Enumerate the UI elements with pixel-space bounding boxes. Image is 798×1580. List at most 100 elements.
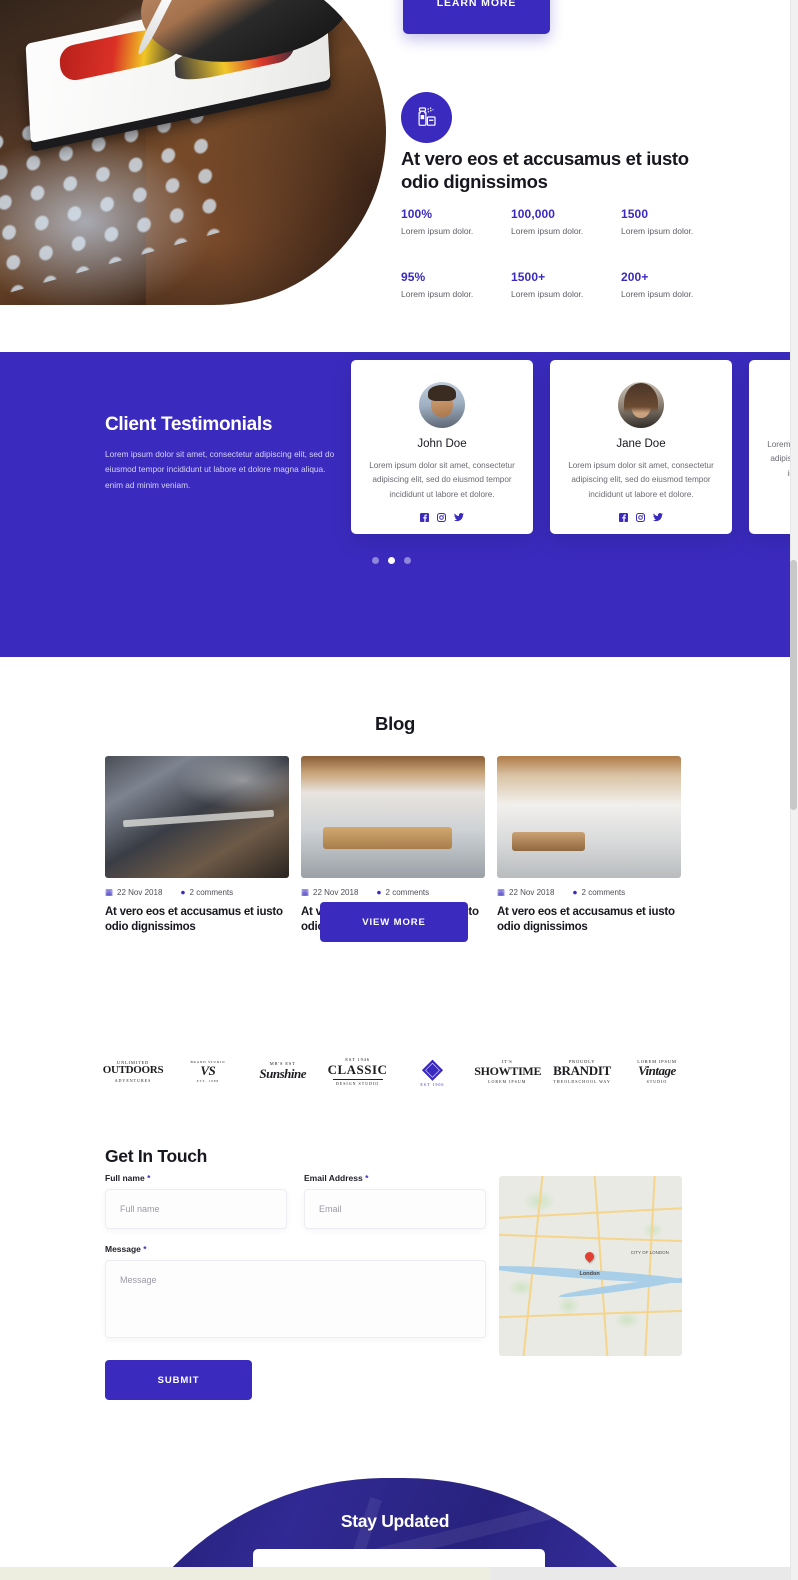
logo-brandit: Proudly BRANDIT Theoldschool Way <box>549 1059 615 1085</box>
required-mark: * <box>147 1173 151 1183</box>
social-links[interactable] <box>564 513 718 524</box>
logo-divider <box>332 1078 383 1080</box>
blog-image <box>497 756 681 878</box>
blog-section: Blog ▦ 22 Nov 2018 ● 2 comments At vero … <box>0 657 790 1012</box>
map-district-label: CITY OF LONDON <box>630 1249 669 1255</box>
stats-grid: 100% Lorem ipsum dolor. 100,000 Lorem ip… <box>401 207 731 299</box>
avatar <box>618 382 664 428</box>
blog-date-text: 22 Nov 2018 <box>509 888 555 897</box>
carousel-dot-3[interactable] <box>404 557 411 564</box>
blog-date-text: 22 Nov 2018 <box>117 888 163 897</box>
scrollbar-thumb[interactable] <box>790 560 797 810</box>
stat-label: Lorem ipsum dolor. <box>401 289 474 299</box>
stat-item: 100,000 Lorem ipsum dolor. <box>511 207 621 236</box>
stat-label: Lorem ipsum dolor. <box>511 226 584 236</box>
email-label-text: Email Address <box>304 1173 363 1183</box>
testimonial-quote: Lorem ipsum dolor sit amet, consectetur … <box>568 461 714 499</box>
blog-comments-text: 2 comments <box>189 888 234 897</box>
client-logos-strip: Unlimited OUTDOORS Adventures Brand Stud… <box>0 1012 790 1132</box>
map-city-label: London <box>579 1271 600 1278</box>
blog-date: ▦ 22 Nov 2018 <box>497 888 554 897</box>
facebook-icon[interactable] <box>619 513 628 524</box>
calendar-icon: ▦ <box>105 887 114 898</box>
twitter-icon[interactable] <box>653 513 663 524</box>
blog-card[interactable]: ▦ 22 Nov 2018 ● 2 comments At vero eos e… <box>105 756 289 935</box>
logo-burst-emblem: ◈ Est 1906 <box>399 1055 465 1087</box>
stat-value: 200+ <box>621 270 649 284</box>
carousel-dot-2[interactable] <box>388 557 395 564</box>
view-more-button[interactable]: VIEW MORE <box>320 902 468 942</box>
blog-image <box>301 756 485 878</box>
blog-comments[interactable]: ● 2 comments <box>572 888 625 897</box>
learn-more-button[interactable]: LEARN MORE <box>403 0 550 34</box>
testimonial-name: John Doe <box>417 438 467 450</box>
location-map[interactable]: London CITY OF LONDON <box>499 1176 682 1356</box>
blog-date: ▦ 22 Nov 2018 <box>301 888 358 897</box>
logo-bottom-text: Est 1906 <box>420 1081 445 1087</box>
testimonials-section: Client Testimonials Lorem ipsum dolor si… <box>0 352 790 657</box>
page-scrollbar[interactable] <box>790 0 798 1580</box>
logo-main-text: Sunshine <box>259 1065 306 1081</box>
carousel-dot-1[interactable] <box>372 557 379 564</box>
blog-meta: ▦ 22 Nov 2018 ● 2 comments <box>105 888 289 897</box>
blog-card[interactable]: ▦ 22 Nov 2018 ● 2 comments At vero eos e… <box>497 756 681 935</box>
blog-comments[interactable]: ● 2 comments <box>376 888 429 897</box>
comment-icon: ● <box>376 887 382 898</box>
full-name-label-text: Full name <box>105 1173 145 1183</box>
logo-sunshine: Mr's Est Sunshine <box>250 1061 316 1082</box>
stat-value: 100,000 <box>511 207 556 221</box>
testimonial-carousel[interactable]: John Doe Lorem ipsum dolor sit amet, con… <box>351 360 790 534</box>
full-name-input[interactable] <box>105 1189 287 1229</box>
logo-bottom-text: Lorem Ipsum <box>488 1078 527 1084</box>
full-name-label: Full name * <box>105 1173 150 1183</box>
social-links[interactable] <box>365 513 519 524</box>
stat-label: Lorem ipsum dolor. <box>621 289 694 299</box>
blog-heading: Blog <box>375 713 415 734</box>
testimonials-subtext: Lorem ipsum dolor sit amet, consectetur … <box>105 449 335 490</box>
submit-button[interactable]: SUBMIT <box>105 1360 252 1400</box>
logo-main-text: CLASSIC <box>327 1061 388 1077</box>
message-label: Message * <box>105 1244 147 1254</box>
blog-date-text: 22 Nov 2018 <box>313 888 359 897</box>
blog-comments-text: 2 comments <box>385 888 430 897</box>
blog-meta: ▦ 22 Nov 2018 ● 2 comments <box>301 888 485 897</box>
testimonial-card[interactable]: Jane Doe Lorem ipsum dolor sit amet, con… <box>550 360 732 534</box>
logo-main-text: VS <box>200 1063 216 1079</box>
page-root: LEARN MORE At vero eos et accusamus et i… <box>0 0 798 1580</box>
blog-date: ▦ 22 Nov 2018 <box>105 888 162 897</box>
logo-vintage-studio: Lorem Ipsum Vintage Studio <box>624 1059 690 1085</box>
page-viewport: LEARN MORE At vero eos et accusamus et i… <box>0 0 790 1580</box>
testimonial-card[interactable]: John Doe Lorem ipsum dolor sit amet, con… <box>351 360 533 534</box>
instagram-icon[interactable] <box>636 513 645 524</box>
email-input[interactable] <box>304 1189 486 1229</box>
message-textarea[interactable] <box>105 1260 486 1338</box>
message-label-text: Message <box>105 1244 141 1254</box>
testimonial-name: Jane Doe <box>616 438 666 450</box>
avatar <box>419 382 465 428</box>
testimonial-quote: Lorem ipsum dolor sit amet, consectetur … <box>767 440 790 478</box>
twitter-icon[interactable] <box>454 513 464 524</box>
stat-value: 1500 <box>621 207 649 221</box>
stat-item: 200+ Lorem ipsum dolor. <box>621 270 731 299</box>
logo-main-text: Vintage <box>638 1063 676 1079</box>
blog-comments[interactable]: ● 2 comments <box>180 888 233 897</box>
stat-item: 1500+ Lorem ipsum dolor. <box>511 270 621 299</box>
blog-card-title[interactable]: At vero eos et accusamus et iusto odio d… <box>105 905 289 935</box>
testimonial-card[interactable]: Lorem ipsum dolor sit amet, consectetur … <box>749 360 790 534</box>
required-mark: * <box>143 1244 147 1254</box>
logo-outdoors: Unlimited OUTDOORS Adventures <box>100 1060 166 1083</box>
carousel-dots[interactable] <box>372 557 411 564</box>
required-mark: * <box>365 1173 369 1183</box>
testimonials-intro: Client Testimonials Lorem ipsum dolor si… <box>105 414 345 493</box>
calendar-icon: ▦ <box>301 887 310 898</box>
facebook-icon[interactable] <box>420 513 429 524</box>
contact-section: Get In Touch Full name * Email Address *… <box>0 1132 790 1432</box>
spray-bottle-icon <box>401 92 452 143</box>
blog-card-title[interactable]: At vero eos et accusamus et iusto odio d… <box>497 905 681 935</box>
bottom-accent-bar <box>0 1567 790 1580</box>
logo-classic-design-studio: Est 1946 CLASSIC Design Studio <box>325 1057 391 1086</box>
stat-label: Lorem ipsum dolor. <box>511 289 584 299</box>
logo-main-text: SHOWTIME <box>474 1063 542 1078</box>
instagram-icon[interactable] <box>437 513 446 524</box>
stat-label: Lorem ipsum dolor. <box>401 226 474 236</box>
